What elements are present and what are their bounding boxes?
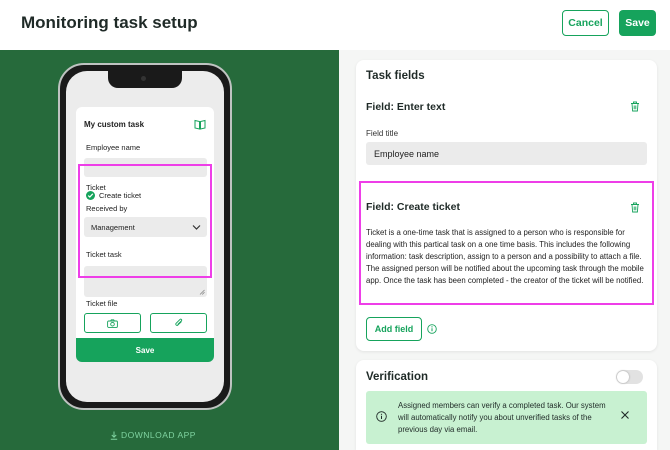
info-icon[interactable]	[427, 324, 437, 334]
book-icon[interactable]	[194, 119, 206, 130]
preview-save-button[interactable]: Save	[76, 338, 214, 362]
verification-toggle[interactable]	[616, 370, 643, 384]
task-fields-title: Task fields	[366, 70, 425, 82]
page-title: Monitoring task setup	[21, 13, 198, 32]
field-title-label: Field title	[366, 129, 399, 138]
close-icon[interactable]	[620, 410, 630, 420]
verification-title: Verification	[366, 371, 428, 383]
save-button[interactable]: Save	[619, 10, 656, 36]
paperclip-icon	[174, 318, 182, 326]
resize-handle-icon[interactable]	[199, 289, 205, 295]
phone-notch	[108, 71, 182, 88]
page-header: Monitoring task setup Cancel Save	[0, 0, 670, 50]
camera-icon	[107, 318, 118, 328]
download-app-link[interactable]: DOWNLOAD APP	[110, 430, 196, 440]
info-icon	[376, 411, 387, 422]
preview-ticket-file-label: Ticket file	[86, 299, 118, 308]
preview-field-label: Employee name	[86, 143, 141, 152]
preview-card-title: My custom task	[84, 120, 145, 129]
trash-icon[interactable]	[630, 101, 640, 112]
highlight-create-ticket-field	[359, 181, 654, 305]
toggle-knob	[617, 371, 629, 383]
field-title-input[interactable]: Employee name	[366, 142, 647, 165]
field-enter-text-heading: Field: Enter text	[366, 101, 446, 113]
add-field-button[interactable]: Add field	[366, 317, 422, 341]
highlight-ticket-preview	[78, 164, 212, 278]
preview-attach-button[interactable]	[150, 313, 207, 333]
verification-notice-text: Assigned members can verify a completed …	[398, 401, 606, 434]
download-icon	[110, 431, 118, 440]
preview-camera-button[interactable]	[84, 313, 141, 333]
cancel-button[interactable]: Cancel	[562, 10, 609, 36]
download-app-label: DOWNLOAD APP	[121, 430, 196, 440]
